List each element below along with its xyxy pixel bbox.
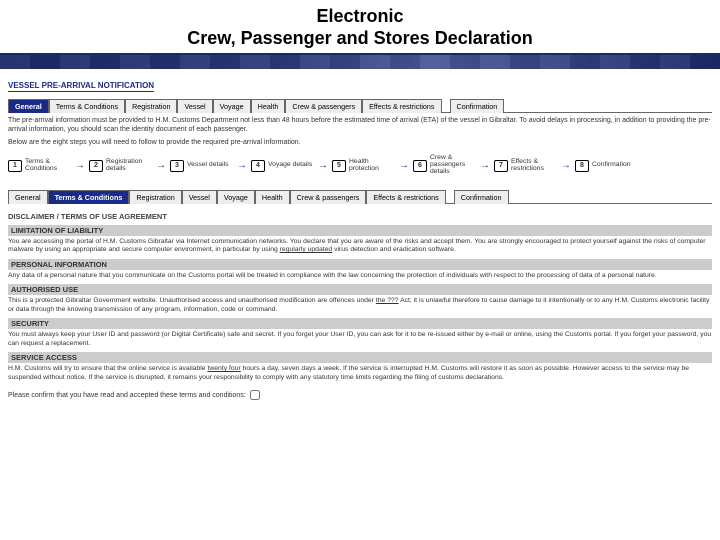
step-label: Terms & Conditions: [25, 159, 71, 173]
tc-body-2: This is a protected Gibraltar Government…: [8, 297, 712, 314]
arrow-icon: →: [156, 160, 166, 171]
step-4: 4Voyage details: [251, 160, 314, 172]
main-content: VESSEL PRE-ARRIVAL NOTIFICATION GeneralT…: [0, 69, 720, 400]
title-line2: Crew, Passenger and Stores Declaration: [187, 28, 532, 48]
step-number: 2: [89, 160, 103, 172]
section-prearrival-title: VESSEL PRE-ARRIVAL NOTIFICATION: [8, 81, 154, 92]
step-number: 5: [332, 160, 346, 172]
intro-para-1: The pre-arrival information must be prov…: [8, 117, 712, 135]
tab-b-voyage[interactable]: Voyage: [217, 190, 255, 204]
step-number: 7: [494, 160, 508, 172]
step-3: 3Vessel details: [170, 160, 233, 172]
confirm-label: Please confirm that you have read and ac…: [8, 392, 246, 399]
tc-body-1: Any data of a personal nature that you c…: [8, 272, 712, 280]
confirm-row: Please confirm that you have read and ac…: [8, 390, 712, 400]
tc-head-0: LIMITATION OF LIABILITY: [8, 225, 712, 236]
tab-a-crew-passengers[interactable]: Crew & passengers: [285, 99, 362, 113]
tc-link-0[interactable]: regularly updated: [280, 246, 333, 253]
step-5: 5Health protection: [332, 159, 395, 173]
tab-a-terms-conditions[interactable]: Terms & Conditions: [49, 99, 125, 113]
tc-body-pre: H.M. Customs will try to ensure that the…: [8, 365, 207, 372]
step-number: 8: [575, 160, 589, 172]
step-1: 1Terms & Conditions: [8, 159, 71, 173]
tab-a-confirmation[interactable]: Confirmation: [450, 99, 505, 113]
step-label: Vessel details: [187, 162, 233, 169]
tab-a-general[interactable]: General: [8, 99, 49, 113]
tab-b-confirmation[interactable]: Confirmation: [454, 190, 509, 204]
step-label: Voyage details: [268, 162, 314, 169]
step-label: Crew & passengers details: [430, 155, 476, 175]
arrow-icon: →: [75, 160, 85, 171]
intro-para-2: Below are the eight steps you will need …: [8, 139, 712, 148]
step-number: 1: [8, 160, 22, 172]
confirm-checkbox[interactable]: [250, 390, 260, 400]
step-flow: 1Terms & Conditions → 2Registration detail…: [8, 155, 712, 175]
step-label: Health protection: [349, 159, 395, 173]
tab-b-terms-conditions[interactable]: Terms & Conditions: [48, 190, 130, 204]
tc-head-4: SERVICE ACCESS: [8, 352, 712, 363]
tc-body-pre: You must always keep your User ID and pa…: [8, 331, 711, 346]
tc-head-1: PERSONAL INFORMATION: [8, 259, 712, 270]
tab-a-vessel[interactable]: Vessel: [177, 99, 212, 113]
tab-b-vessel[interactable]: Vessel: [182, 190, 217, 204]
arrow-icon: →: [561, 160, 571, 171]
step-number: 3: [170, 160, 184, 172]
step-label: Effects & restrictions: [511, 159, 557, 173]
tc-body-pre: This is a protected Gibraltar Government…: [8, 297, 376, 304]
step-number: 4: [251, 160, 265, 172]
arrow-icon: →: [399, 160, 409, 171]
tc-link-4[interactable]: twenty four: [207, 365, 240, 372]
tab-b-registration[interactable]: Registration: [129, 190, 181, 204]
step-7: 7Effects & restrictions: [494, 159, 557, 173]
step-label: Confirmation: [592, 162, 638, 169]
arrow-icon: →: [318, 160, 328, 171]
tab-b-health[interactable]: Health: [255, 190, 290, 204]
step-label: Registration details: [106, 159, 152, 173]
step-6: 6Crew & passengers details: [413, 155, 476, 175]
tc-body-post: virus detection and eradication software…: [332, 246, 456, 253]
tab-b-crew-passengers[interactable]: Crew & passengers: [290, 190, 367, 204]
tc-head-3: SECURITY: [8, 318, 712, 329]
tc-body-0: You are accessing the portal of H.M. Cus…: [8, 238, 712, 255]
tc-body-3: You must always keep your User ID and pa…: [8, 331, 712, 348]
page-title: Electronic Crew, Passenger and Stores De…: [0, 6, 720, 49]
tc-body-pre: Any data of a personal nature that you c…: [8, 272, 657, 279]
tc-body-4: H.M. Customs will try to ensure that the…: [8, 365, 712, 382]
terms-block: LIMITATION OF LIABILITY You are accessing…: [8, 225, 712, 382]
disclaimer-heading: DISCLAIMER / TERMS OF USE AGREEMENT: [8, 212, 712, 221]
tab-b-effects-restrictions[interactable]: Effects & restrictions: [366, 190, 445, 204]
step-number: 6: [413, 160, 427, 172]
tab-b-general[interactable]: General: [8, 190, 48, 204]
tab-a-voyage[interactable]: Voyage: [213, 99, 251, 113]
tab-a-effects-restrictions[interactable]: Effects & restrictions: [362, 99, 441, 113]
tabbar-general: GeneralTerms & ConditionsRegistrationVes…: [8, 99, 712, 113]
tc-link-2[interactable]: the ???: [376, 297, 399, 304]
step-8: 8Confirmation: [575, 160, 638, 172]
arrow-icon: →: [480, 160, 490, 171]
tab-a-registration[interactable]: Registration: [125, 99, 177, 113]
arrow-icon: →: [237, 160, 247, 171]
page-header: Electronic Crew, Passenger and Stores De…: [0, 0, 720, 55]
step-2: 2Registration details: [89, 159, 152, 173]
banner-stripe: [0, 55, 720, 69]
tab-a-health[interactable]: Health: [251, 99, 286, 113]
title-line1: Electronic: [316, 6, 403, 26]
tc-head-2: AUTHORISED USE: [8, 284, 712, 295]
tabbar-terms: GeneralTerms & ConditionsRegistrationVes…: [8, 190, 712, 204]
